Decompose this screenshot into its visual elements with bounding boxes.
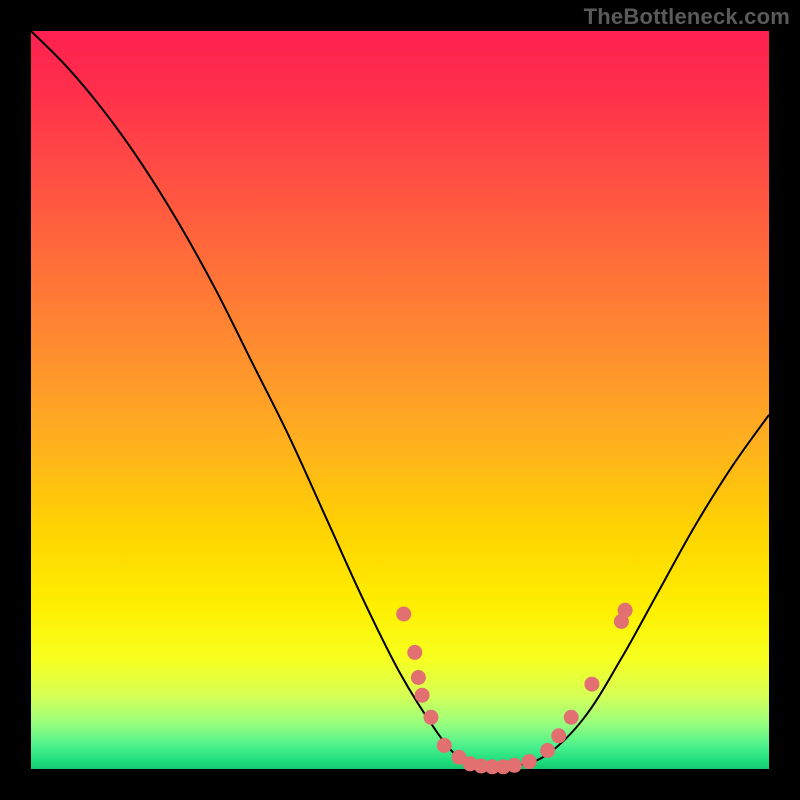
data-point [415, 688, 430, 703]
data-point [551, 728, 566, 743]
chart-frame: TheBottleneck.com [0, 0, 800, 800]
curve-layer [31, 31, 769, 769]
data-point [564, 710, 579, 725]
attribution-label: TheBottleneck.com [584, 4, 790, 30]
data-point [540, 743, 555, 758]
data-point [396, 607, 411, 622]
data-point [424, 710, 439, 725]
data-point [584, 677, 599, 692]
data-point [411, 670, 426, 685]
data-points [396, 603, 632, 775]
data-point [507, 758, 522, 773]
data-point [407, 645, 422, 660]
data-point [437, 738, 452, 753]
data-point [522, 754, 537, 769]
data-point [618, 603, 633, 618]
plot-area [31, 31, 769, 769]
bottleneck-curve [31, 31, 769, 769]
